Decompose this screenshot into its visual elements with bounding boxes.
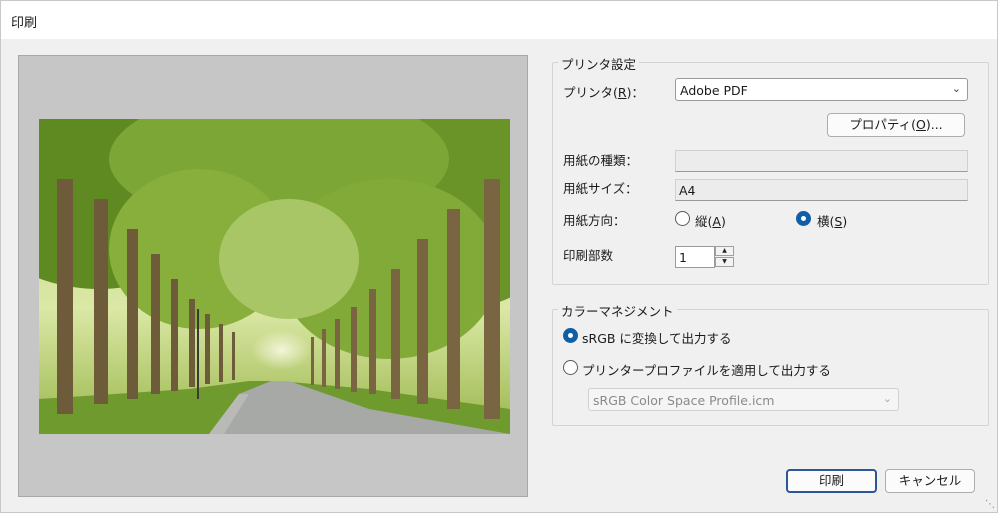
- printer-select[interactable]: Adobe PDF ⌄: [675, 78, 968, 101]
- profile-radio[interactable]: [563, 360, 578, 375]
- profile-option-label[interactable]: プリンタープロファイルを適用して出力する: [582, 360, 831, 379]
- tree-avenue-photo: [39, 119, 510, 434]
- copies-value: 1: [679, 250, 687, 265]
- copies-label: 印刷部数: [563, 248, 614, 263]
- paper-size-value: A4: [679, 183, 696, 198]
- paper-type-field: [675, 150, 968, 172]
- cancel-button[interactable]: キャンセル: [885, 469, 975, 493]
- srgb-radio[interactable]: [563, 328, 578, 343]
- print-preview: [18, 55, 528, 497]
- srgb-option-label[interactable]: sRGB に変換して出力する: [582, 328, 732, 347]
- printer-settings-legend: プリンタ設定: [558, 54, 640, 73]
- printer-value: Adobe PDF: [680, 83, 748, 98]
- preview-image: [39, 119, 510, 434]
- chevron-down-icon: ⌄: [882, 392, 892, 405]
- resize-grip-icon[interactable]: ⋱: [985, 499, 995, 510]
- landscape-radio[interactable]: [796, 211, 811, 226]
- spin-up-icon[interactable]: ▲: [715, 246, 734, 256]
- print-button[interactable]: 印刷: [786, 469, 877, 493]
- portrait-label[interactable]: 縦(A): [695, 211, 726, 230]
- copies-input[interactable]: 1: [675, 246, 715, 268]
- paper-size-field: A4: [675, 179, 968, 201]
- portrait-radio[interactable]: [675, 211, 690, 226]
- color-management-legend: カラーマネジメント: [558, 301, 677, 320]
- spin-down-icon[interactable]: ▼: [715, 257, 734, 267]
- chevron-down-icon: ⌄: [951, 82, 961, 95]
- properties-button[interactable]: プロパティ(O)...: [827, 113, 965, 137]
- window-title: 印刷: [11, 16, 38, 31]
- profile-value: sRGB Color Space Profile.icm: [593, 393, 775, 408]
- profile-select: sRGB Color Space Profile.icm ⌄: [588, 388, 899, 411]
- paper-type-label: 用紙の種類：: [563, 153, 639, 168]
- paper-size-label: 用紙サイズ：: [563, 181, 638, 196]
- landscape-label[interactable]: 横(S): [817, 211, 847, 230]
- print-dialog: 印刷 プリンタ設定 プリンタ(R)： Adobe PDF ⌄ プロパティ(O).…: [0, 0, 998, 513]
- title-bar[interactable]: 印刷: [1, 1, 997, 39]
- orientation-label: 用紙方向：: [563, 213, 626, 228]
- printer-label: プリンタ(R)：: [563, 85, 644, 100]
